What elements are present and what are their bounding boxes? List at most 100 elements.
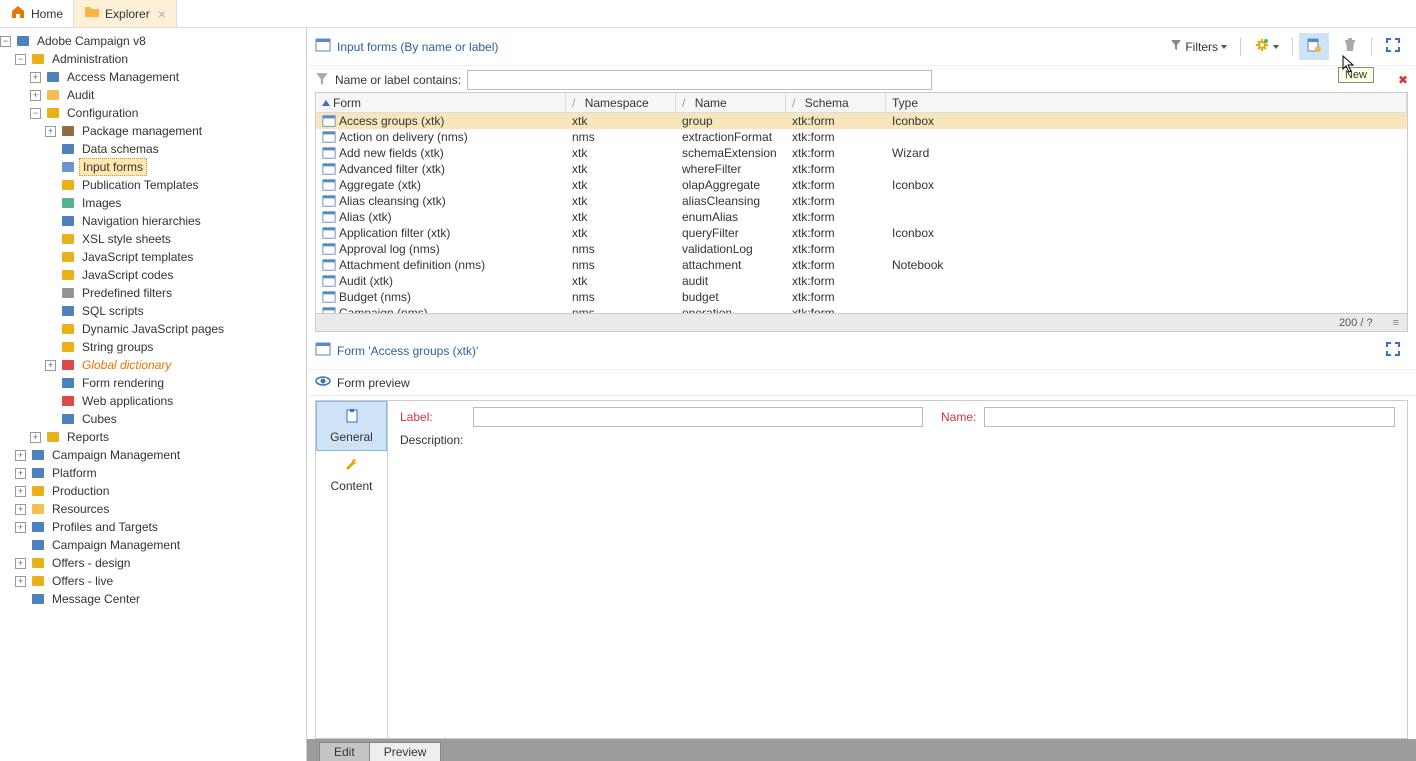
tree-toggle[interactable]: + [45,126,56,137]
tree-toggle[interactable]: + [30,90,41,101]
tree-node-navigation_hierarchies[interactable]: Navigation hierarchies [0,212,306,230]
tree-toggle[interactable]: − [0,36,11,47]
eye-icon [315,373,331,392]
table-row[interactable]: Campaign (nms)nmsoperationxtk:form [316,305,1407,313]
col-name[interactable]: / Name [676,93,786,112]
table-row[interactable]: Approval log (nms)nmsvalidationLogxtk:fo… [316,241,1407,257]
close-icon[interactable]: × [158,6,166,22]
label-input[interactable] [473,407,923,427]
tree-node-package_management[interactable]: +Package management [0,122,306,140]
tree-label: JavaScript templates [79,249,196,265]
ptab-content[interactable]: Content [316,451,387,499]
folder-icon [84,4,100,23]
tree-node-javascript_codes[interactable]: JavaScript codes [0,266,306,284]
tree-node-configuration[interactable]: −Configuration [0,104,306,122]
table-row[interactable]: Aggregate (xtk)xtkolapAggregatextk:formI… [316,177,1407,193]
tree-node-javascript_templates[interactable]: JavaScript templates [0,248,306,266]
tree-node-root[interactable]: −Adobe Campaign v8 [0,32,306,50]
tree-toggle[interactable]: + [30,432,41,443]
tree-node-offers_live[interactable]: +Offers - live [0,572,306,590]
form-icon [60,159,76,175]
table-row[interactable]: Attachment definition (nms)nmsattachment… [316,257,1407,273]
col-namespace[interactable]: / Namespace [566,93,676,112]
name-input[interactable] [984,407,1395,427]
tree-toggle[interactable]: + [30,72,41,83]
filters-button[interactable]: Filters [1163,35,1234,58]
tree-label: Platform [49,465,100,481]
js-icon [60,321,76,337]
delete-button[interactable] [1335,33,1365,60]
table-row[interactable]: Budget (nms)nmsbudgetxtk:form [316,289,1407,305]
tree-node-images[interactable]: Images [0,194,306,212]
detail-expand-button[interactable] [1378,337,1408,364]
table-row[interactable]: Access groups (xtk)xtkgroupxtk:formIconb… [316,113,1407,129]
image-icon [60,195,76,211]
tree-node-sql_scripts[interactable]: SQL scripts [0,302,306,320]
col-schema[interactable]: / Schema [786,93,886,112]
tree-node-administration[interactable]: −Administration [0,50,306,68]
tree-node-input_forms[interactable]: Input forms [0,158,306,176]
tree-toggle[interactable]: + [15,522,26,533]
menu-icon[interactable]: ≡ [1393,317,1399,329]
tree-toggle[interactable]: + [15,576,26,587]
tree-node-data_schemas[interactable]: Data schemas [0,140,306,158]
btab-edit[interactable]: Edit [319,742,370,761]
table-row[interactable]: Alias cleansing (xtk)xtkaliasCleansingxt… [316,193,1407,209]
tree-node-audit[interactable]: +Audit [0,86,306,104]
tree-node-predefined_filters[interactable]: Predefined filters [0,284,306,302]
tree-label: Reports [64,429,112,445]
tree-label: Campaign Management [49,447,183,463]
table-row[interactable]: Advanced filter (xtk)xtkwhereFilterxtk:f… [316,161,1407,177]
configure-button[interactable] [1247,33,1286,60]
tree-toggle[interactable]: + [15,468,26,479]
tree-node-web_applications[interactable]: Web applications [0,392,306,410]
expand-button[interactable] [1378,33,1408,60]
trash-icon [1342,37,1358,56]
table-row[interactable]: Alias (xtk)xtkenumAliasxtk:form [316,209,1407,225]
col-type[interactable]: Type [886,93,1407,112]
ptab-general[interactable]: General [316,401,387,451]
tree-label: Publication Templates [79,177,202,193]
btab-preview[interactable]: Preview [369,742,442,761]
table-row[interactable]: Action on delivery (nms)nmsextractionFor… [316,129,1407,145]
tree-node-offers_design[interactable]: +Offers - design [0,554,306,572]
new-button[interactable] [1299,33,1329,60]
clipboard-icon [344,408,360,427]
tree-node-global_dictionary[interactable]: +Global dictionary [0,356,306,374]
tree-node-campaign_management2[interactable]: Campaign Management [0,536,306,554]
filter-input[interactable] [467,70,931,90]
table-row[interactable]: Add new fields (xtk)xtkschemaExtensionxt… [316,145,1407,161]
template-icon [60,177,76,193]
nav-icon [60,213,76,229]
tree-toggle[interactable]: − [30,108,41,119]
package-icon [60,123,76,139]
tree-toggle[interactable]: + [15,450,26,461]
tree-toggle[interactable]: + [15,486,26,497]
tree-node-cubes[interactable]: Cubes [0,410,306,428]
tree-node-string_groups[interactable]: String groups [0,338,306,356]
clear-icon[interactable]: ✖ [1398,73,1408,87]
tree-toggle[interactable]: − [15,54,26,65]
nav-tree[interactable]: −Adobe Campaign v8−Administration+Access… [0,28,307,761]
tree-node-xsl_style_sheets[interactable]: XSL style sheets [0,230,306,248]
tree-node-profiles_targets[interactable]: +Profiles and Targets [0,518,306,536]
sql-icon [60,303,76,319]
tree-node-message_center[interactable]: Message Center [0,590,306,608]
tree-node-dynamic_js_pages[interactable]: Dynamic JavaScript pages [0,320,306,338]
tree-node-publication_templates[interactable]: Publication Templates [0,176,306,194]
tree-node-production[interactable]: +Production [0,482,306,500]
table-row[interactable]: Application filter (xtk)xtkqueryFilterxt… [316,225,1407,241]
tree-toggle[interactable]: + [15,558,26,569]
tree-node-campaign_management[interactable]: + Campaign Management [0,446,306,464]
table-row[interactable]: Audit (xtk)xtkauditxtk:form [316,273,1407,289]
tab-explorer[interactable]: Explorer × [74,0,177,27]
tree-node-access_management[interactable]: +Access Management [0,68,306,86]
col-form[interactable]: Form [316,93,566,112]
tree-node-platform[interactable]: + Platform [0,464,306,482]
tree-toggle[interactable]: + [15,504,26,515]
tree-node-resources[interactable]: +Resources [0,500,306,518]
tree-node-reports[interactable]: + Reports [0,428,306,446]
tree-node-form_rendering[interactable]: Form rendering [0,374,306,392]
tree-toggle[interactable]: + [45,360,56,371]
tab-home[interactable]: Home [0,0,74,27]
